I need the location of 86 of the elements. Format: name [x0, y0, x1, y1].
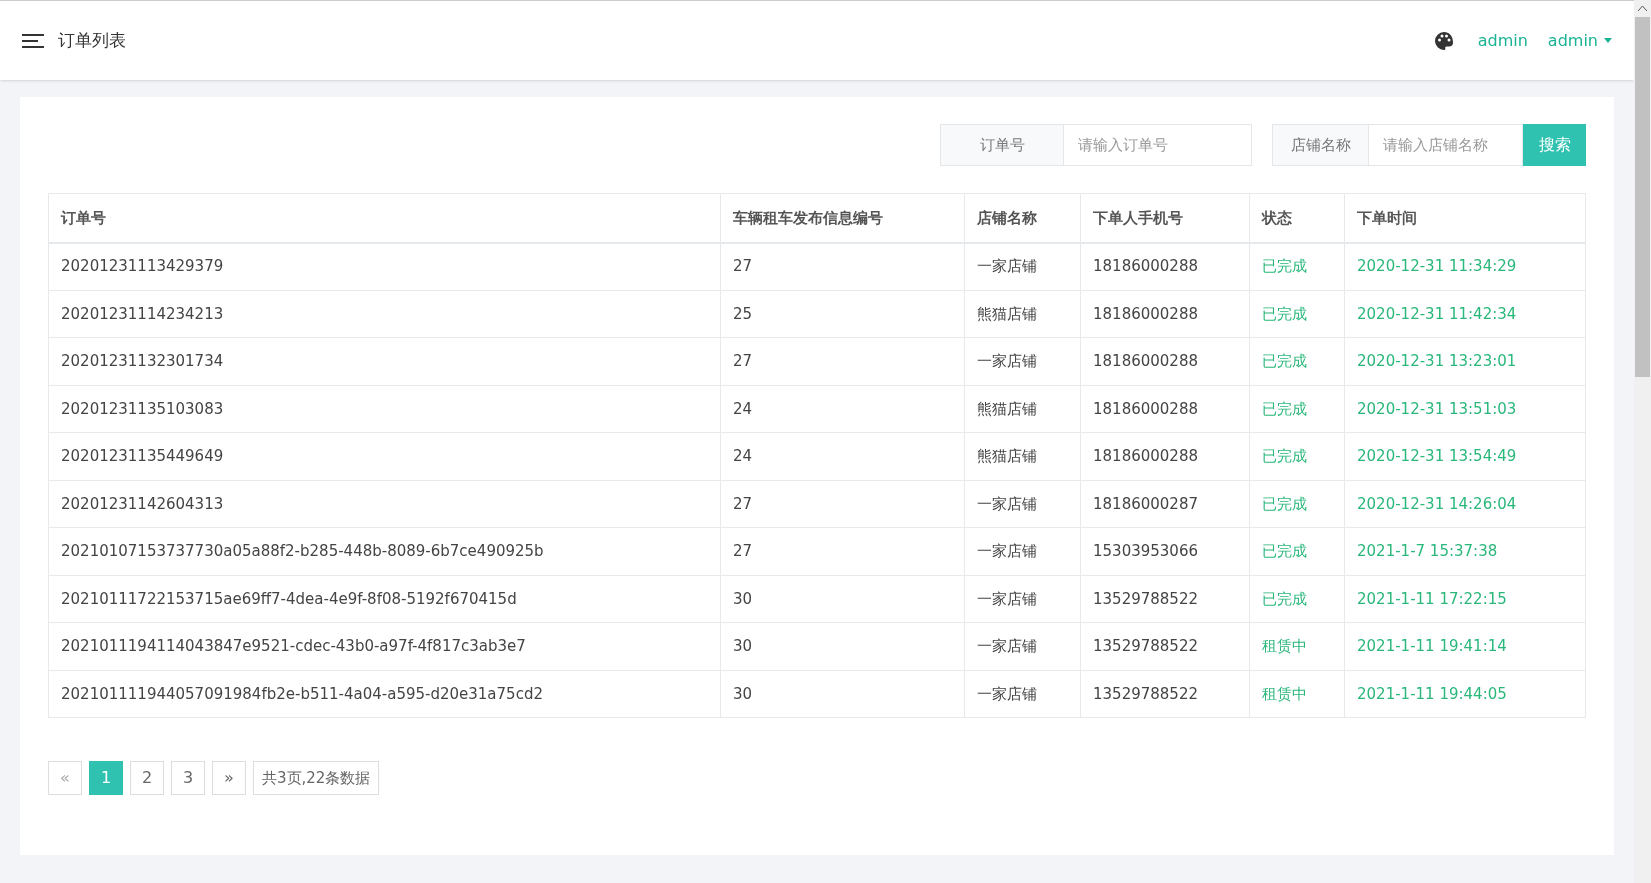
- table-cell: 已完成: [1249, 242, 1345, 290]
- table-cell: 已完成: [1249, 480, 1345, 528]
- column-header: 车辆租车发布信息编号: [720, 193, 965, 243]
- table-cell: 一家店铺: [964, 242, 1081, 290]
- table-cell: 20201231132301734: [48, 337, 721, 385]
- table-cell: 一家店铺: [964, 670, 1081, 718]
- table-cell: 已完成: [1249, 385, 1345, 433]
- table-cell: 30: [720, 670, 965, 718]
- table-cell: 20201231135103083: [48, 385, 721, 433]
- table-cell: 2020-12-31 11:42:34: [1344, 290, 1586, 338]
- table-cell: 已完成: [1249, 575, 1345, 623]
- search-button[interactable]: 搜索: [1523, 124, 1586, 166]
- table-cell: 18186000288: [1080, 432, 1250, 480]
- table-cell: 30: [720, 575, 965, 623]
- scrollbar-thumb[interactable]: [1635, 17, 1650, 377]
- column-header: 店铺名称: [964, 193, 1081, 243]
- page-title: 订单列表: [58, 28, 126, 52]
- table-cell: 20201231142604313: [48, 480, 721, 528]
- column-header: 订单号: [48, 193, 721, 243]
- column-header: 下单人手机号: [1080, 193, 1250, 243]
- table-cell: 2020-12-31 11:34:29: [1344, 242, 1586, 290]
- table-cell: 2021011194114043847e9521-cdec-43b0-a97f-4f817c3ab3e7: [48, 622, 721, 670]
- menu-icon[interactable]: [22, 32, 44, 49]
- table-cell: 已完成: [1249, 290, 1345, 338]
- table-cell: 2020-12-31 13:54:49: [1344, 432, 1586, 480]
- pagination-summary: 共3页,22条数据: [253, 761, 380, 795]
- table-cell: 27: [720, 337, 965, 385]
- scrollbar[interactable]: [1634, 0, 1651, 883]
- column-header: 状态: [1249, 193, 1345, 243]
- table-cell: 18186000288: [1080, 290, 1250, 338]
- table-cell: 一家店铺: [964, 527, 1081, 575]
- field-label: 店铺名称: [1272, 124, 1369, 166]
- table-cell: 13529788522: [1080, 622, 1250, 670]
- table-cell: 2021-1-7 15:37:38: [1344, 527, 1586, 575]
- table-cell: 已完成: [1249, 337, 1345, 385]
- table-cell: 18186000287: [1080, 480, 1250, 528]
- table-cell: 2021-1-11 17:22:15: [1344, 575, 1586, 623]
- table-cell: 13529788522: [1080, 575, 1250, 623]
- next-page-button[interactable]: »: [212, 761, 246, 795]
- page-button[interactable]: 1: [89, 761, 123, 795]
- caret-icon: [1604, 38, 1612, 43]
- table-cell: 20201231113429379: [48, 242, 721, 290]
- table-cell: 18186000288: [1080, 385, 1250, 433]
- table-cell: 20210107153737730a05a88f2-b285-448b-8089-6b7ce490925b: [48, 527, 721, 575]
- table-cell: 27: [720, 527, 965, 575]
- column-header: 下单时间: [1344, 193, 1586, 243]
- table-cell: 一家店铺: [964, 480, 1081, 528]
- table-cell: 20201231135449649: [48, 432, 721, 480]
- table-cell: 一家店铺: [964, 337, 1081, 385]
- table-cell: 2020-12-31 13:23:01: [1344, 337, 1586, 385]
- table-cell: 2021-1-11 19:44:05: [1344, 670, 1586, 718]
- table-cell: 2020-12-31 14:26:04: [1344, 480, 1586, 528]
- table-cell: 2021-1-11 19:41:14: [1344, 622, 1586, 670]
- table-cell: 已完成: [1249, 527, 1345, 575]
- search-field[interactable]: 请输入店铺名称: [1369, 124, 1523, 166]
- previous-page-button[interactable]: «: [48, 761, 82, 795]
- table-cell: 27: [720, 480, 965, 528]
- table-cell: 一家店铺: [964, 575, 1081, 623]
- palette-icon[interactable]: [1433, 30, 1454, 51]
- page-button[interactable]: 3: [171, 761, 205, 795]
- table-cell: 租赁中: [1249, 670, 1345, 718]
- admin-link[interactable]: admin: [1477, 28, 1528, 53]
- page-button[interactable]: 2: [130, 761, 164, 795]
- table-cell: 15303953066: [1080, 527, 1250, 575]
- table-cell: 20201231114234213: [48, 290, 721, 338]
- table-cell: 24: [720, 432, 965, 480]
- search-field[interactable]: 请输入订单号: [1064, 124, 1252, 166]
- table-cell: 18186000288: [1080, 337, 1250, 385]
- table-cell: 27: [720, 242, 965, 290]
- table-cell: 18186000288: [1080, 242, 1250, 290]
- scroll-up-icon[interactable]: [1638, 5, 1647, 11]
- table-cell: 24: [720, 385, 965, 433]
- table-cell: 13529788522: [1080, 670, 1250, 718]
- table-cell: 熊猫店铺: [964, 385, 1081, 433]
- table-cell: 已完成: [1249, 432, 1345, 480]
- table-cell: 25: [720, 290, 965, 338]
- table-cell: 熊猫店铺: [964, 432, 1081, 480]
- table-cell: 一家店铺: [964, 622, 1081, 670]
- field-label: 订单号: [940, 124, 1064, 166]
- table-cell: 30: [720, 622, 965, 670]
- user-menu[interactable]: admin: [1547, 28, 1612, 53]
- table-cell: 202101111944057091984fb2e-b511-4a04-a595-d20e31a75cd2: [48, 670, 721, 718]
- table-cell: 租赁中: [1249, 622, 1345, 670]
- table-cell: 2020-12-31 13:51:03: [1344, 385, 1586, 433]
- table-cell: 20210111722153715ae69ff7-4dea-4e9f-8f08-5192f670415d: [48, 575, 721, 623]
- table-cell: 熊猫店铺: [964, 290, 1081, 338]
